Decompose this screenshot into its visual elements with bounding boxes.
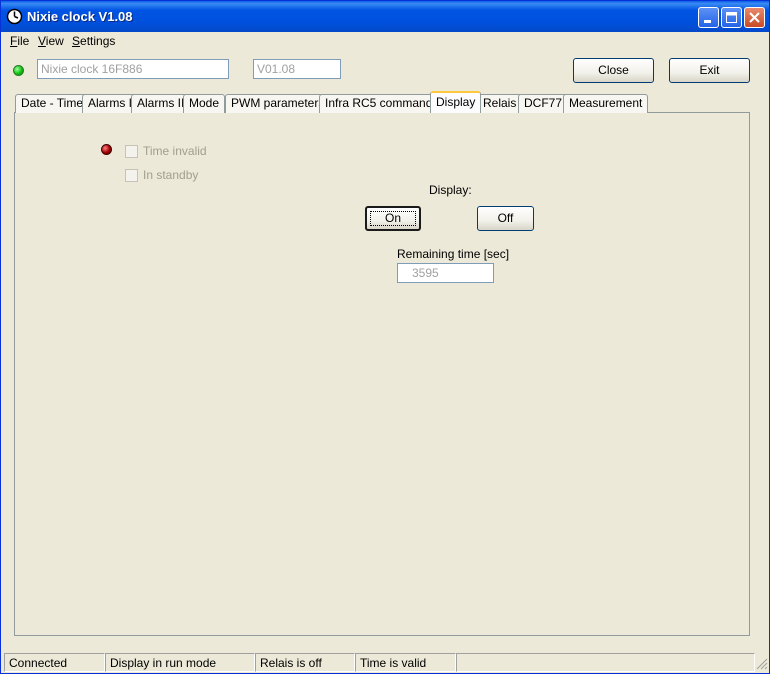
menu-settings[interactable]: Settings	[72, 34, 115, 48]
menu-settings-accel: S	[72, 34, 81, 48]
title-bar[interactable]: Nixie clock V1.08	[1, 1, 769, 32]
app-window: Nixie clock V1.08 File View Settings Nix…	[0, 0, 770, 674]
close-button[interactable]: Close	[573, 58, 654, 83]
time-invalid-checkbox[interactable]	[125, 145, 138, 158]
menu-file-accel: F	[10, 34, 18, 48]
clock-icon	[6, 8, 23, 25]
tab-display[interactable]: Display	[430, 91, 482, 113]
tab-measurement[interactable]: Measurement	[563, 94, 649, 113]
window-title: Nixie clock V1.08	[27, 9, 133, 24]
maximize-icon	[726, 12, 737, 23]
tab-infra-rc5-commands[interactable]: Infra RC5 commands	[319, 94, 445, 113]
close-window-button[interactable]	[744, 7, 765, 28]
tab-mode[interactable]: Mode	[183, 94, 226, 113]
display-on-button[interactable]: On	[365, 206, 421, 231]
status-empty	[456, 653, 755, 672]
time-status-led	[101, 144, 112, 155]
menu-bar: File View Settings	[1, 32, 769, 51]
version-field[interactable]: V01.08	[253, 59, 341, 79]
device-name-field[interactable]: Nixie clock 16F886	[37, 59, 229, 79]
tab-pwm-parameters[interactable]: PWM parameters	[225, 94, 331, 113]
exit-button[interactable]: Exit	[669, 58, 750, 83]
maximize-button[interactable]	[721, 7, 742, 28]
status-relais: Relais is off	[255, 653, 355, 672]
resize-grip-icon[interactable]	[755, 657, 768, 670]
tab-dcf77[interactable]: DCF77	[518, 94, 569, 113]
in-standby-label: In standby	[143, 168, 199, 182]
status-bar: Connected Display in run mode Relais is …	[1, 651, 769, 673]
menu-view-accel: V	[38, 34, 46, 48]
tab-panel-display	[14, 112, 750, 636]
display-off-button[interactable]: Off	[477, 206, 534, 231]
status-time: Time is valid	[355, 653, 456, 672]
close-icon	[749, 12, 760, 23]
tab-alarms-2[interactable]: Alarms II	[131, 94, 191, 113]
in-standby-checkbox[interactable]	[125, 169, 138, 182]
time-invalid-label: Time invalid	[143, 144, 207, 158]
tab-date-time[interactable]: Date - Time	[15, 94, 90, 113]
focus-rect	[370, 211, 416, 226]
menu-view[interactable]: View	[38, 34, 64, 48]
remaining-time-field[interactable]: 3595	[397, 263, 494, 283]
display-label: Display:	[429, 183, 472, 197]
menu-file[interactable]: File	[10, 34, 29, 48]
status-connection: Connected	[4, 653, 105, 672]
tab-relais[interactable]: Relais	[477, 94, 523, 113]
minimize-icon	[704, 20, 711, 23]
remaining-time-label: Remaining time [sec]	[397, 247, 510, 261]
connection-led	[13, 65, 24, 76]
tab-alarms-1[interactable]: Alarms I	[82, 94, 139, 113]
minimize-button[interactable]	[698, 7, 719, 28]
status-display-mode: Display in run mode	[105, 653, 255, 672]
